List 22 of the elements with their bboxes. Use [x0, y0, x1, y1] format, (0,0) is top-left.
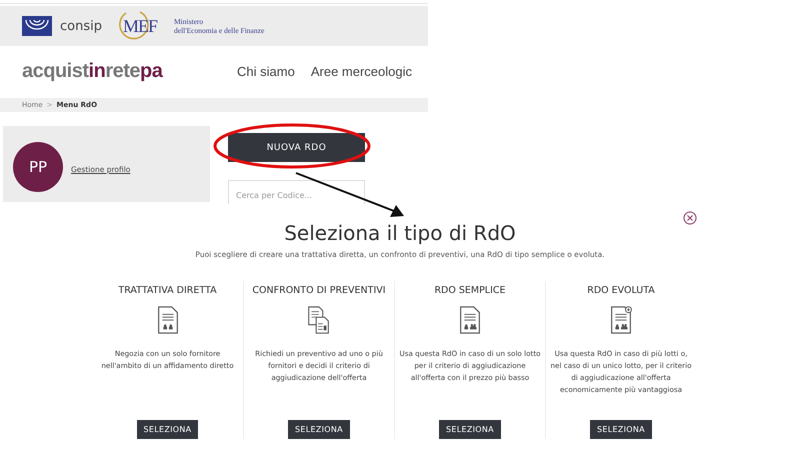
- option-title: RDO EVOLUTA: [587, 285, 655, 296]
- consip-logo-icon: [22, 16, 52, 36]
- select-button[interactable]: SELEZIONA: [136, 420, 198, 439]
- documents-icon: [307, 306, 331, 334]
- select-button[interactable]: SELEZIONA: [288, 420, 350, 439]
- select-button[interactable]: SELEZIONA: [439, 420, 501, 439]
- option-title: TRATTATIVA DIRETTA: [118, 285, 217, 296]
- new-rdo-button[interactable]: NUOVA RDO: [228, 133, 365, 162]
- modal-title: Seleziona il tipo di RdO: [283, 221, 517, 245]
- avatar: PP: [13, 142, 63, 192]
- option-title: CONFRONTO DI PREVENTIVI: [252, 285, 386, 296]
- option-title: RDO SEMPLICE: [434, 285, 506, 296]
- select-button[interactable]: SELEZIONA: [590, 420, 652, 439]
- nav-link[interactable]: Chi siamo: [237, 64, 295, 78]
- document-group-icon: [458, 306, 482, 334]
- nav-link[interactable]: Aree merceologic: [310, 64, 412, 78]
- document-people-icon: [156, 306, 180, 334]
- search-field[interactable]: Cerca per Codice...: [228, 180, 365, 204]
- brand-name: consip: [60, 18, 102, 34]
- site-logo[interactable]: acquistinretepa: [22, 60, 238, 82]
- document-plus-icon: [609, 306, 633, 334]
- close-icon[interactable]: [683, 211, 697, 225]
